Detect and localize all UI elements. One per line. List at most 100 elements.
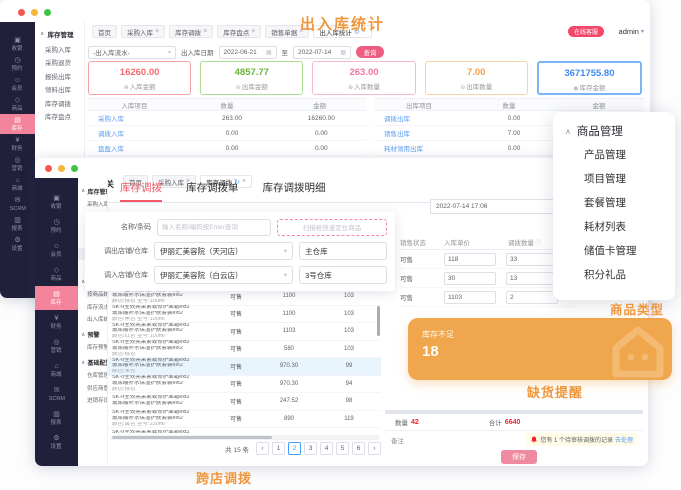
product-row[interactable]: SK-II全效亮采紧致修护面霜ext2玻尿酸补水保湿护肤套装ext2颜色:黄色 … [108,411,381,429]
tab[interactable]: 采购入库 ↻ × [121,25,165,38]
scrollbar-thumb[interactable] [112,436,272,439]
module-item[interactable]: ◷ 预约 [0,54,35,74]
item-link[interactable]: 销售出库 [374,128,471,138]
go-handle-link[interactable]: 去处理 [615,435,633,444]
scan-gun-field[interactable]: 扫描枪快速定位商品 [277,219,387,236]
user-menu[interactable]: admin ▾ [619,27,644,36]
tab[interactable]: 库存调拨 ↻ × [169,25,213,38]
zoom-window-button[interactable] [44,9,51,16]
out-store-select[interactable]: 伊丽汇美容院（天河店） ▾ [154,242,293,260]
menu-section-header[interactable]: ∧ 商品管理 [553,120,675,142]
module-item[interactable]: ▣ 收银 [0,34,35,54]
module-item[interactable]: ▣ 收银 [35,190,78,214]
close-icon[interactable]: × [203,28,207,35]
product-row[interactable]: SK-II全效亮采紧致修护面霜ext2玻尿酸补水保湿护肤套装ext2颜色:黑色 … [108,306,381,324]
nav-item[interactable]: 采购入库 [35,42,84,56]
menu-item[interactable]: 产品管理 [553,142,675,166]
module-item[interactable]: ✉ SCRM [0,194,35,214]
product-row[interactable]: SK-II全效亮采紧致修护面霜ext2玻尿酸补水保湿护肤套装ext2 可售 89… [108,428,381,433]
product-row[interactable]: SK-II全效亮采紧致修护面霜ext2玻尿酸补水保湿护肤套装ext2颜色:米色 … [108,358,381,376]
nav-item[interactable]: 采购入库 [78,198,107,211]
item-link[interactable]: 盘盈入库 [88,143,187,153]
nav-item[interactable]: 出入库统计 [78,313,107,326]
product-row[interactable]: SK-II全效亮采紧致修护面霜ext2玻尿酸补水保湿护肤套装ext2 可售 24… [108,393,381,411]
module-item[interactable]: ◇ 商品 [35,262,78,286]
page-button[interactable]: 2 [288,442,301,455]
nav-item[interactable]: 报损出库 [35,69,84,83]
menu-item[interactable]: 套餐管理 [553,190,675,214]
stat-card[interactable]: 7.00 ⊖出库数量 [425,61,528,95]
save-button[interactable]: 保存 [501,450,537,464]
datetime-input[interactable] [436,203,546,210]
module-item[interactable]: ⚙ 设置 [0,234,35,254]
page-button[interactable]: 5 [336,442,349,455]
in-store-select[interactable]: 伊丽汇美容院（白云店） ▾ [154,266,293,284]
subtab[interactable]: 库存调拨单 [186,180,239,202]
stat-card[interactable]: 3671755.80 ◉库存金额 [537,61,642,95]
page-button[interactable]: 4 [320,442,333,455]
stock-shortage-card[interactable]: 库存不足 18 [408,318,672,380]
minimize-window-button[interactable] [31,9,38,16]
close-window-button[interactable] [18,9,25,16]
nav-item[interactable]: 采购退货 [35,56,84,70]
module-item[interactable]: ⚙ 设置 [35,430,78,454]
item-link[interactable]: 耗材领用出库 [374,143,471,153]
nav-item[interactable]: 供应商管理 [78,382,107,395]
next-page-button[interactable]: › [368,442,381,455]
unit-price-input[interactable] [444,291,496,304]
module-item[interactable]: ¥ 财务 [35,310,78,334]
nav-item[interactable]: ∧ 预警 [78,329,107,342]
menu-item[interactable]: 积分礼品 [553,262,675,286]
date-to-input[interactable]: 2022-07-14 ▦ [293,46,351,59]
close-window-button[interactable] [45,165,52,172]
module-item[interactable]: ◎ 营销 [0,154,35,174]
item-link[interactable]: 调拨出库 [374,113,471,123]
module-item[interactable]: ▥ 报表 [0,214,35,234]
menu-item[interactable]: 项目管理 [553,166,675,190]
nav-item[interactable]: 进销存设置 [78,394,107,407]
page-button[interactable]: 1 [272,442,285,455]
nav-item[interactable]: ∧ 基础配置 [78,357,107,370]
tab[interactable]: 库存盘点 ↻ × [217,25,261,38]
minimize-window-button[interactable] [58,165,65,172]
in-warehouse-select[interactable]: 3号仓库 [299,266,387,284]
subtab[interactable]: 库存调拨 [120,180,162,202]
menu-item[interactable]: 储值卡管理 [553,238,675,262]
module-item[interactable]: ▤ 库存 [0,114,35,134]
transfer-qty-input[interactable] [506,291,558,304]
tab[interactable]: 首页 ↻ × [92,25,117,38]
out-warehouse-select[interactable]: 主仓库 [299,242,387,260]
product-row[interactable]: SK-II全效亮采紧致修护面霜ext2玻尿酸补水保湿护肤套装ext2颜色:棕色 … [108,341,381,359]
stat-card[interactable]: 4857.77 ⊖出库金额 [200,61,303,95]
unit-price-input[interactable] [444,272,496,285]
flow-type-select[interactable]: -出入库流水- ▾ [88,46,176,59]
transfer-qty-input[interactable] [506,272,558,285]
remark-input[interactable] [408,436,526,443]
stat-card[interactable]: 16260.00 ⊕入库金额 [88,61,191,95]
module-item[interactable]: ◇ 商品 [0,94,35,114]
nav-item[interactable]: 仓库管理 [78,369,107,382]
stat-card[interactable]: 263.00 ⊕入库数量 [312,61,415,95]
service-badge[interactable]: 在线客服 [568,26,604,37]
date-from-input[interactable]: 2022-06-21 ▦ [219,46,277,59]
item-link[interactable]: 采购入库 [88,113,187,123]
nav-section[interactable]: ∧ 库存管理 [35,22,84,42]
zoom-window-button[interactable] [71,165,78,172]
module-item[interactable]: ⌂ 商城 [0,174,35,194]
nav-item[interactable]: ∧ 库存管理 [78,185,107,198]
page-button[interactable]: 3 [304,442,317,455]
module-item[interactable]: ▤ 库存 [35,286,78,310]
close-icon[interactable]: × [155,28,159,35]
close-icon[interactable]: × [251,28,255,35]
module-item[interactable]: ◎ 营销 [35,334,78,358]
module-item[interactable]: ◷ 预约 [35,214,78,238]
module-item[interactable]: ▥ 报表 [35,406,78,430]
page-button[interactable]: 6 [352,442,365,455]
module-item[interactable]: ¥ 财务 [0,134,35,154]
module-item[interactable]: ☺ 会员 [0,74,35,94]
horizontal-scrollbar[interactable] [110,435,380,440]
nav-item[interactable]: 领料出库 [35,83,84,97]
transfer-qty-input[interactable] [506,253,558,266]
vertical-scrollbar-thumb[interactable] [377,306,380,336]
item-link[interactable]: 调拨入库 [88,128,187,138]
